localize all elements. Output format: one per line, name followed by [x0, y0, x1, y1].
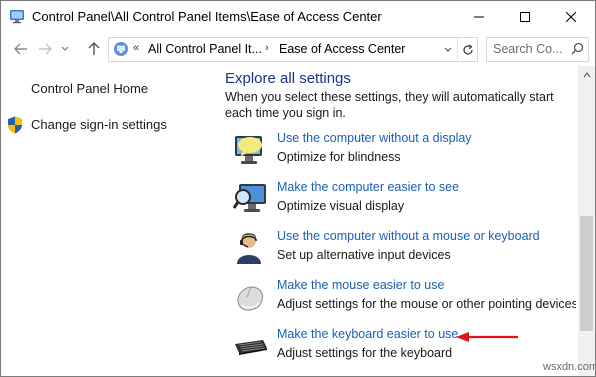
- refresh-button[interactable]: [457, 38, 478, 61]
- breadcrumb-ease-of-access[interactable]: Ease of Access Center: [279, 42, 405, 56]
- setting-link[interactable]: Use the computer without a mouse or keyb…: [277, 229, 540, 243]
- forward-arrow-icon: [39, 43, 52, 55]
- setting-link[interactable]: Make the computer easier to see: [277, 180, 459, 194]
- control-panel-window: Control Panel\All Control Panel Items\Ea…: [0, 0, 596, 377]
- up-button[interactable]: [83, 39, 105, 59]
- close-button[interactable]: [548, 1, 594, 32]
- scroll-up-button[interactable]: [578, 66, 595, 83]
- breadcrumb-all-items[interactable]: All Control Panel It...: [148, 42, 262, 56]
- minimize-icon: [474, 16, 484, 17]
- chevron-down-icon: [61, 46, 69, 51]
- setting-item-no-mouse-keyboard[interactable]: Use the computer without a mouse or keyb…: [231, 228, 576, 268]
- back-button[interactable]: [10, 39, 32, 59]
- control-panel-icon: [10, 10, 24, 24]
- speech-monitor-icon: [235, 136, 262, 164]
- search-box[interactable]: [486, 37, 589, 62]
- setting-link[interactable]: Make the mouse easier to use: [277, 278, 444, 292]
- section-heading: Explore all settings: [225, 70, 351, 87]
- setting-item-easier-to-see[interactable]: Make the computer easier to see Optimize…: [231, 179, 576, 219]
- refresh-icon: [463, 43, 473, 55]
- vertical-scrollbar[interactable]: [578, 66, 595, 376]
- recent-locations-button[interactable]: [57, 39, 73, 59]
- uac-shield-icon: [8, 116, 22, 134]
- search-input[interactable]: [493, 41, 567, 57]
- setting-description: Adjust settings for the mouse or other p…: [277, 297, 576, 311]
- address-bar[interactable]: « All Control Panel It... › Ease of Acce…: [108, 37, 478, 62]
- setting-description: Adjust settings for the keyboard: [277, 346, 453, 360]
- minimize-button[interactable]: [456, 1, 502, 32]
- control-panel-icon: [114, 42, 128, 56]
- red-annotation-arrow-icon: [456, 332, 518, 342]
- section-description: When you select these settings, they wil…: [225, 90, 554, 120]
- content-pane: Explore all settings When you select the…: [211, 66, 576, 376]
- address-overflow[interactable]: «: [133, 42, 139, 54]
- setting-link[interactable]: Make the keyboard easier to use: [277, 327, 458, 341]
- setting-description: Optimize for blindness: [277, 150, 401, 164]
- magnifier-monitor-icon: [233, 184, 266, 212]
- maximize-icon: [520, 11, 530, 22]
- back-arrow-icon: [14, 43, 27, 55]
- navigation-bar: « All Control Panel It... › Ease of Acce…: [1, 32, 595, 66]
- setting-item-mouse[interactable]: Make the mouse easier to use Adjust sett…: [231, 277, 576, 317]
- chevron-down-icon: [444, 47, 452, 52]
- window-title: Control Panel\All Control Panel Items\Ea…: [32, 9, 382, 24]
- mouse-icon: [237, 286, 264, 311]
- watermark-text: wsxdn.com: [543, 361, 596, 373]
- address-dropdown-button[interactable]: [439, 38, 457, 61]
- up-arrow-icon: [88, 42, 100, 55]
- person-headset-icon: [237, 233, 261, 264]
- forward-button[interactable]: [34, 39, 56, 59]
- search-icon: [571, 42, 584, 55]
- sidebar-item-label[interactable]: Change sign-in settings: [31, 117, 167, 132]
- breadcrumb-separator[interactable]: ›: [265, 42, 269, 54]
- setting-item-no-display[interactable]: Use the computer without a display Optim…: [231, 130, 576, 170]
- keyboard-icon: [235, 340, 267, 355]
- sidebar-item-control-panel-home[interactable]: Control Panel Home: [31, 81, 148, 96]
- setting-description: Set up alternative input devices: [277, 248, 451, 262]
- scroll-thumb[interactable]: [580, 216, 593, 331]
- setting-description: Optimize visual display: [277, 199, 405, 213]
- sidebar: Control Panel Home Change sign-in settin…: [1, 66, 211, 376]
- title-bar[interactable]: Control Panel\All Control Panel Items\Ea…: [1, 1, 595, 32]
- maximize-button[interactable]: [502, 1, 548, 32]
- close-icon: [566, 11, 576, 22]
- chevron-up-icon: [583, 71, 590, 77]
- setting-item-keyboard[interactable]: Make the keyboard easier to use Adjust s…: [231, 326, 576, 366]
- setting-link[interactable]: Use the computer without a display: [277, 131, 472, 145]
